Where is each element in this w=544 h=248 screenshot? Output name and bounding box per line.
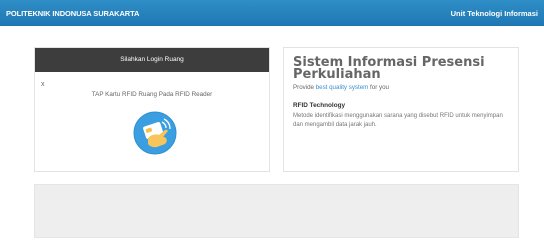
rfid-card-tap-icon bbox=[133, 111, 177, 155]
page-title: Sistem Informasi Presensi Perkuliahan bbox=[293, 55, 485, 82]
section-description: Metode identifikasi menggunakan sarana y… bbox=[293, 113, 503, 128]
tagline-prefix: Provide bbox=[293, 84, 316, 91]
login-panel-header: Silahkan Login Ruang bbox=[35, 48, 269, 72]
section-title: RFID Technology bbox=[293, 102, 346, 109]
bottom-panel bbox=[34, 184, 519, 238]
tagline-highlight: best quality system bbox=[315, 84, 369, 91]
login-panel: Silahkan Login Ruang x TAP Kartu RFID Ru… bbox=[34, 47, 270, 172]
unit-name: Unit Teknologi Informasi bbox=[450, 9, 538, 18]
info-panel: Sistem Informasi Presensi Perkuliahan Pr… bbox=[283, 47, 519, 172]
close-icon[interactable]: x bbox=[41, 81, 45, 88]
tagline: Provide best quality system for you bbox=[293, 84, 389, 91]
tagline-suffix: for you bbox=[368, 84, 389, 91]
rfid-instruction: TAP Kartu RFID Ruang Pada RFID Reader bbox=[91, 91, 213, 98]
institution-name: POLITEKNIK INDONUSA SURAKARTA bbox=[6, 9, 140, 18]
top-bar: POLITEKNIK INDONUSA SURAKARTA Unit Tekno… bbox=[0, 0, 544, 26]
